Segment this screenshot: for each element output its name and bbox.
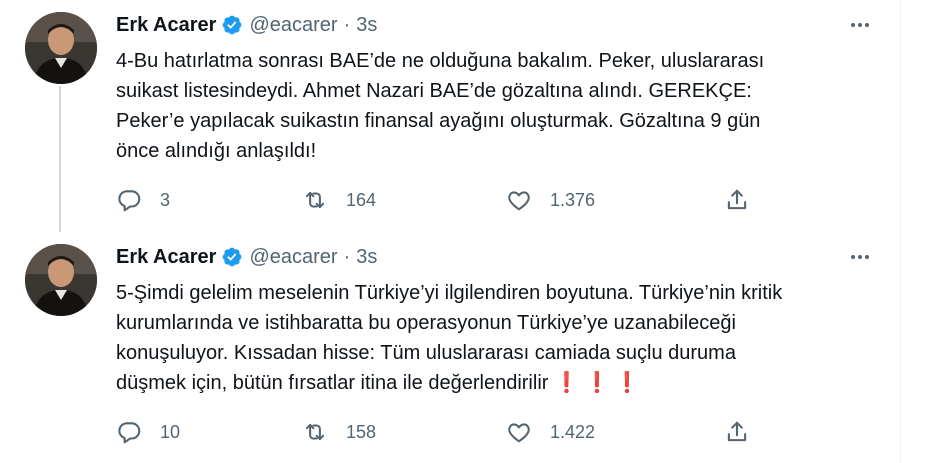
more-icon[interactable] [846,13,874,37]
author-handle[interactable]: @eacarer [249,14,337,37]
tweet-text-line: Peker’e yapılacak suikastın finansal aya… [116,110,761,132]
avatar[interactable] [25,244,97,316]
verified-badge-icon [221,246,243,268]
share-icon [727,421,747,442]
reply-count: 10 [160,421,181,442]
like-icon [508,191,530,211]
share-button[interactable] [724,416,750,448]
tweet-text: 5-Şimdi gelelim meselenin Türkiye’yi ilg… [116,278,856,398]
timeline-border [900,0,901,463]
tweet[interactable]: Erk Acarer @eacarer · 3s 5-Şimdi gelelim… [0,232,900,463]
reply-icon [118,190,141,212]
verified-badge-icon [221,14,243,36]
reply-count: 3 [160,189,171,210]
tweet-header: Erk Acarer @eacarer · 3s [116,244,377,270]
retweet-icon [305,191,325,209]
tweet-header: Erk Acarer @eacarer · 3s [116,12,377,38]
tweet-text-line-content: düşmek için, bütün fırsatlar itina ile d… [116,372,549,394]
exclamation-emoji: ❗ ❗ ❗ [553,372,640,394]
thread-line [59,86,61,232]
tweet-actions: 10 158 1.422 [116,416,756,448]
tweet-text: 4-Bu hatırlatma sonrası BAE’de ne olduğu… [116,46,856,166]
tweet-text-line: kurumlarında ve istihbaratta bu operasyo… [116,312,736,334]
like-count: 1.422 [550,421,596,442]
reply-icon [118,422,141,444]
author-name[interactable]: Erk Acarer [116,14,216,37]
more-icon[interactable] [846,245,874,269]
tweet-text-line: önce alındığı anlaşıldı! [116,140,317,162]
retweet-button[interactable]: 164 [302,184,376,216]
tweet-text-line: suikast listesindeydi. Ahmet Nazari BAE’… [116,80,752,102]
like-count: 1.376 [550,189,596,210]
author-name[interactable]: Erk Acarer [116,246,216,269]
reply-button[interactable]: 3 [116,184,170,216]
reply-button[interactable]: 10 [116,416,180,448]
author-handle[interactable]: @eacarer [249,246,337,269]
tweet-text-line: 5-Şimdi gelelim meselenin Türkiye’yi ilg… [116,282,783,304]
retweet-count: 164 [346,189,377,210]
like-button[interactable]: 1.376 [506,184,595,216]
avatar[interactable] [25,12,97,84]
share-icon [727,189,747,210]
timestamp[interactable]: 3s [356,14,377,37]
retweet-button[interactable]: 158 [302,416,376,448]
timestamp[interactable]: 3s [356,246,377,269]
tweet-text-line: düşmek için, bütün fırsatlar itina ile d… [116,368,856,398]
retweet-count: 158 [346,421,377,442]
tweet[interactable]: Erk Acarer @eacarer · 3s 4-Bu hatırlatma… [0,0,900,232]
like-button[interactable]: 1.422 [506,416,595,448]
share-button[interactable] [724,184,750,216]
like-icon [508,423,530,443]
retweet-icon [305,423,325,441]
separator: · [343,13,351,36]
tweet-text-line: konuşuluyor. Kıssadan hisse: Tüm uluslar… [116,342,736,364]
separator: · [343,245,351,268]
tweet-text-line: 4-Bu hatırlatma sonrası BAE’de ne olduğu… [116,50,765,72]
tweet-actions: 3 164 1.376 [116,184,756,216]
